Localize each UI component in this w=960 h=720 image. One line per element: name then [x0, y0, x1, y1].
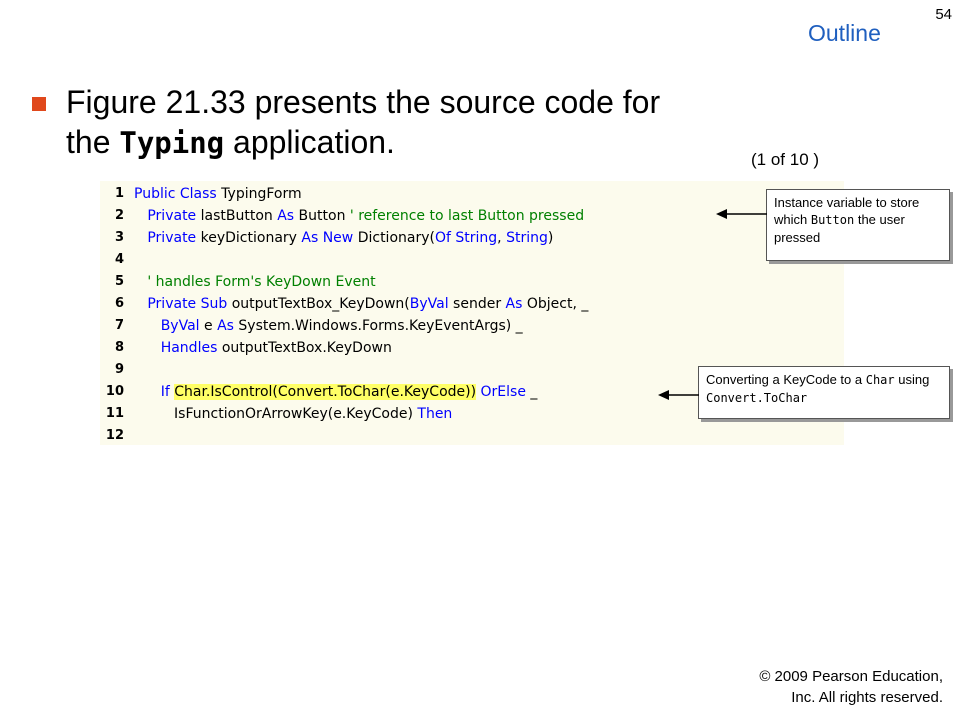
line-number: 4 [114, 252, 124, 267]
code-token: sender [448, 296, 506, 312]
callout-converting-text1: Converting a KeyCode to a [706, 372, 866, 387]
code-token: ) [547, 230, 554, 246]
code-token: IsFunctionOrArrowKey(e.KeyCode) [134, 406, 418, 422]
code-keyword: Private [147, 208, 197, 224]
code-keyword: ByVal [409, 296, 449, 312]
code-keyword: ByVal [160, 318, 200, 334]
line-number: 5 [114, 274, 124, 289]
callout-converting-text2: using [894, 372, 930, 387]
code-text: If Char.IsControl(Convert.ToChar(e.KeyCo… [134, 381, 537, 403]
code-keyword: String [506, 230, 548, 246]
code-keyword: As [505, 296, 523, 312]
code-token: lastButton [196, 208, 278, 224]
bullet-text: Figure 21.33 presents the source code fo… [66, 82, 706, 163]
line-number: 1 [114, 186, 124, 201]
callout-instance-variable: Instance variable to store which Button … [766, 189, 950, 261]
bullet-text-after: application. [224, 124, 395, 160]
code-keyword: Public Class [134, 186, 217, 202]
code-keyword: Of String [434, 230, 498, 246]
code-text: IsFunctionOrArrowKey(e.KeyCode) Then [134, 403, 452, 425]
code-text: Public Class TypingForm [134, 183, 302, 205]
code-keyword: Private [147, 230, 197, 246]
code-token: Object, _ [522, 296, 589, 312]
code-token: , [497, 230, 507, 246]
line-number: 6 [114, 296, 124, 311]
code-keyword: Private Sub [147, 296, 228, 312]
callout-instance-variable-arrow [716, 209, 767, 219]
code-token: keyDictionary [196, 230, 302, 246]
callout-converting-keycode: Converting a KeyCode to a Char using Con… [698, 366, 950, 419]
code-token: outputTextBox.KeyDown [217, 340, 392, 356]
code-token: Dictionary( [353, 230, 435, 246]
copyright-line-1: © 2009 Pearson Education, [759, 668, 943, 685]
outline-title[interactable]: Outline [808, 20, 881, 47]
code-text: Private keyDictionary As New Dictionary(… [134, 227, 553, 249]
code-token: Button [294, 208, 350, 224]
line-number: 7 [114, 318, 124, 333]
code-text: ' handles Form's KeyDown Event [134, 271, 376, 293]
code-token: System.Windows.Forms.KeyEventArgs) _ [233, 318, 523, 334]
code-keyword: As [217, 318, 234, 334]
line-number: 3 [114, 230, 124, 245]
code-token: outputTextBox_KeyDown( [227, 296, 410, 312]
code-text: ByVal e As System.Windows.Forms.KeyEvent… [134, 315, 523, 337]
line-number: 10 [105, 384, 124, 399]
code-token: _ [525, 384, 538, 400]
page-number: 54 [935, 6, 952, 23]
code-keyword: Then [417, 406, 453, 422]
bullet-code-word: Typing [119, 126, 225, 160]
code-text: Private Sub outputTextBox_KeyDown(ByVal … [134, 293, 588, 315]
code-keyword: If [160, 384, 170, 400]
code-comment: ' reference to last Button pressed [349, 208, 585, 224]
code-keyword: As New [301, 230, 354, 246]
code-highlight: Char.IsControl(Convert.ToChar(e.KeyCode)… [174, 384, 477, 400]
copyright-line-2: Inc. All rights reserved. [791, 689, 943, 706]
code-text: Handles outputTextBox.KeyDown [134, 337, 392, 359]
line-number: 2 [114, 208, 124, 223]
copyright-notice: © 2009 Pearson Education, Inc. All right… [738, 666, 943, 708]
code-keyword: OrElse [480, 384, 526, 400]
code-text: Private lastButton As Button ' reference… [134, 205, 584, 227]
code-token: TypingForm [216, 186, 302, 202]
code-keyword: As [277, 208, 295, 224]
callout-instance-variable-code: Button [810, 213, 855, 227]
line-number: 11 [105, 406, 124, 421]
pagination-label: (1 of 10 ) [751, 150, 820, 169]
bullet-marker [32, 97, 46, 111]
code-keyword: Handles [160, 340, 218, 356]
line-number: 12 [105, 428, 124, 443]
line-number: 9 [114, 362, 124, 377]
callout-converting-code1: Char [865, 373, 895, 387]
callout-converting-arrow [658, 390, 699, 400]
code-comment: ' handles Form's KeyDown Event [147, 274, 376, 290]
callout-converting-code2: Convert.ToChar [706, 391, 808, 405]
line-number: 8 [114, 340, 124, 355]
code-token: e [199, 318, 218, 334]
